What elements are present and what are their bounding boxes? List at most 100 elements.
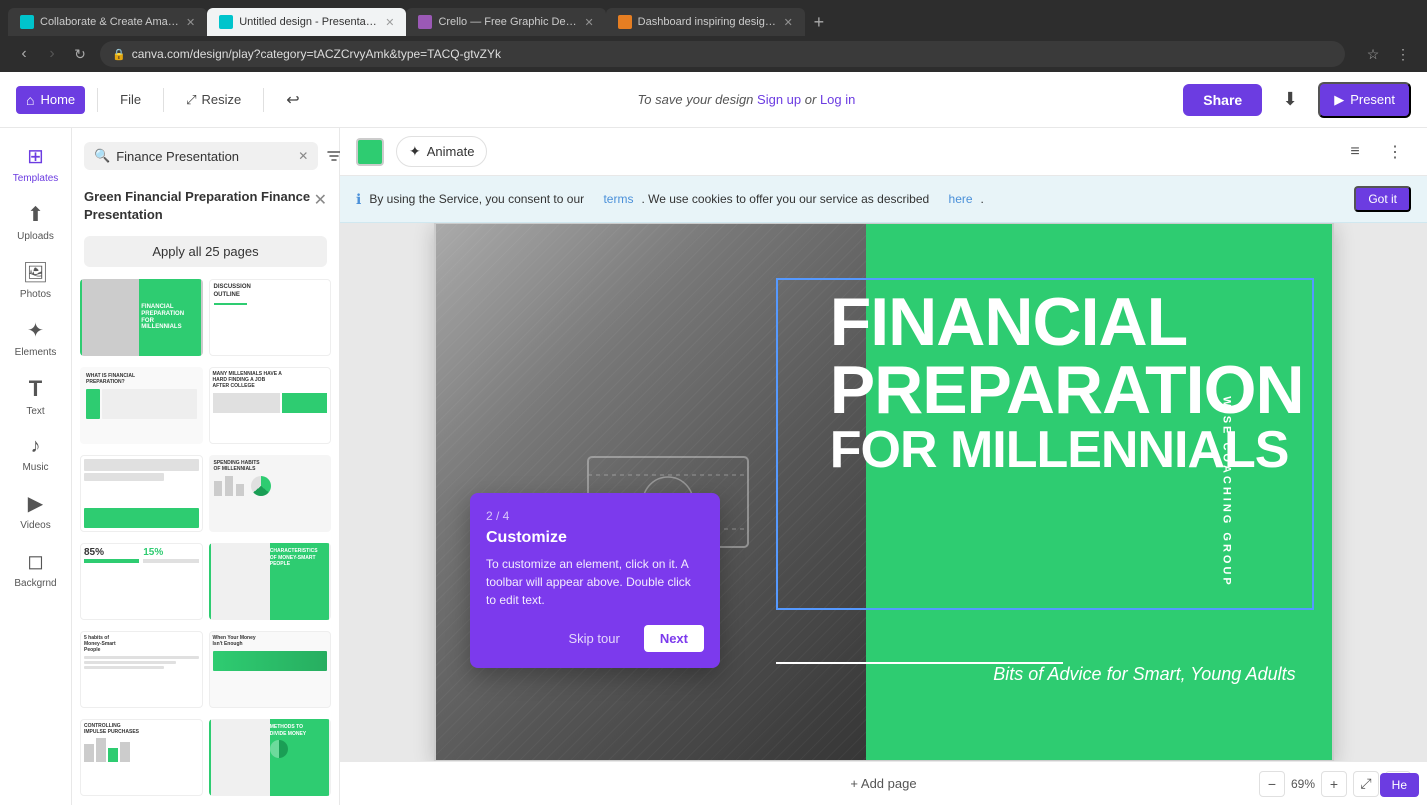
resize-label: Resize	[202, 92, 242, 107]
search-bar[interactable]: 🔍 ✕	[84, 142, 318, 170]
log-in-link[interactable]: Log in	[820, 92, 855, 107]
tab-close-4[interactable]: ✕	[784, 16, 793, 29]
top-toolbar: ⌂ Home File ⤢ Resize ↩ To save your desi…	[0, 72, 1427, 128]
next-button[interactable]: Next	[644, 625, 704, 652]
help-button[interactable]: He	[1380, 773, 1419, 797]
subtitle-text: Bits of Advice for Smart, Young Adults	[993, 664, 1295, 685]
got-it-button[interactable]: Got it	[1354, 186, 1411, 212]
toolbar-center: To save your design Sign up or Log in	[318, 92, 1176, 107]
filter-icon[interactable]: ≡	[1339, 136, 1371, 168]
animate-bar: ✦ Animate ≡ ⋮	[340, 128, 1427, 176]
search-icon: 🔍	[94, 148, 110, 164]
template-thumb-5[interactable]	[80, 455, 203, 532]
toolbar-divider-3	[263, 88, 264, 112]
search-input[interactable]	[116, 149, 292, 164]
elements-icon: ✦	[27, 318, 44, 343]
canvas[interactable]: $ FINANCIAL PREP	[434, 223, 1334, 761]
template-thumb-3[interactable]: WHAT IS FINANCIALPREPARATION?	[80, 367, 203, 444]
template-thumb-8[interactable]: CHARACTERISTICSOF MONEY-SMARTPEOPLE	[209, 543, 332, 620]
tab-icon-canva-2	[219, 15, 233, 29]
skip-tour-button[interactable]: Skip tour	[555, 625, 634, 652]
forward-button[interactable]: ›	[40, 42, 64, 66]
template-panel: 🔍 ✕ Green Financial Preparation Finance …	[72, 128, 340, 805]
template-thumb-9[interactable]: 5 habits ofMoney-SmartPeople	[80, 631, 203, 708]
tab-title-2: Untitled design - Presentation (1...	[239, 16, 379, 28]
sidebar-item-templates[interactable]: ⊞ Templates	[5, 136, 67, 192]
close-panel-button[interactable]: ✕	[314, 190, 327, 210]
template-thumb-12[interactable]: METHODS TODIVIDE MONEY	[209, 719, 332, 796]
present-button[interactable]: ▶ Present	[1318, 82, 1411, 118]
main-heading: FINANCIAL PREPARATION FOR MILLENNIALS	[830, 288, 1314, 476]
template-thumb-6[interactable]: SPENDING HABITSOF MILLENNIALS	[209, 455, 332, 532]
tab-icon-dashboard	[618, 15, 632, 29]
template-thumb-4[interactable]: MANY MILLENNIALS HAVE AHARD FINDING A JO…	[209, 367, 332, 444]
template-thumb-10[interactable]: When Your MoneyIsn't Enough	[209, 631, 332, 708]
photos-label: Photos	[20, 289, 51, 300]
here-link[interactable]: here	[949, 192, 973, 206]
background-icon: ◻	[27, 549, 44, 574]
tab-crello[interactable]: Crello — Free Graphic Design So... ✕	[406, 8, 605, 36]
undo-button[interactable]: ↩	[276, 84, 309, 116]
tab-dashboard[interactable]: Dashboard inspiring designs - G... ✕	[606, 8, 805, 36]
resize-button[interactable]: ⤢ Resize	[176, 86, 251, 114]
sidebar-item-background[interactable]: ◻ Backgrnd	[5, 541, 67, 597]
color-swatch[interactable]	[356, 138, 384, 166]
star-icon[interactable]: ☆	[1361, 42, 1385, 66]
zoom-in-button[interactable]: +	[1321, 771, 1347, 797]
template-thumb-7[interactable]: 85% 15%	[80, 543, 203, 620]
music-label: Music	[22, 462, 48, 473]
template-thumb-2[interactable]: DISCUSSIONOUTLINE	[209, 279, 332, 356]
sidebar-item-music[interactable]: ♪ Music	[5, 427, 67, 481]
left-sidebar: ⊞ Templates ⬆ Uploads 🖼 Photos ✦ Element…	[0, 128, 72, 805]
save-prompt-text: To save your design Sign up or Log in	[638, 92, 856, 107]
music-icon: ♪	[31, 435, 41, 458]
tab-title-4: Dashboard inspiring designs - G...	[638, 16, 778, 28]
apply-all-button[interactable]: Apply all 25 pages	[84, 236, 327, 267]
template-title: Green Financial Preparation Finance Pres…	[84, 188, 314, 224]
tab-close-3[interactable]: ✕	[584, 16, 593, 29]
url-bar[interactable]: 🔒 canva.com/design/play?category=tACZCrv…	[100, 41, 1345, 67]
download-button[interactable]: ⬇	[1272, 82, 1308, 118]
back-button[interactable]: ‹	[12, 42, 36, 66]
templates-icon: ⊞	[27, 144, 44, 169]
add-page-button[interactable]: + Add page	[838, 770, 928, 797]
canvas-area: ✦ Animate ≡ ⋮ ℹ By using the Service, yo…	[340, 128, 1427, 805]
clear-search-icon[interactable]: ✕	[298, 149, 308, 163]
fit-screen-button[interactable]: ⤢	[1353, 771, 1379, 797]
browser-nav-buttons: ‹ › ↻	[12, 42, 92, 66]
template-grid: FINANCIALPREPARATIONFOR MILLENNIALS DISC…	[72, 275, 339, 805]
home-button[interactable]: ⌂ Home	[16, 86, 85, 114]
divider-line	[776, 662, 1063, 664]
new-tab-button[interactable]: +	[805, 8, 833, 36]
template-thumb-1[interactable]: FINANCIALPREPARATIONFOR MILLENNIALS	[80, 279, 203, 356]
animate-button[interactable]: ✦ Animate	[396, 136, 487, 167]
tab-close-1[interactable]: ✕	[186, 16, 195, 29]
sidebar-item-photos[interactable]: 🖼 Photos	[5, 252, 67, 308]
sidebar-item-uploads[interactable]: ⬆ Uploads	[5, 194, 67, 250]
background-label: Backgrnd	[14, 578, 56, 589]
terms-link[interactable]: terms	[603, 192, 633, 206]
canvas-wrapper: $ FINANCIAL PREP	[340, 223, 1427, 761]
animate-label: Animate	[427, 144, 475, 159]
file-button[interactable]: File	[110, 86, 151, 113]
tab-close-2[interactable]: ✕	[385, 16, 394, 29]
browser-tabs: Collaborate & Create Amazing C... ✕ Unti…	[0, 0, 1427, 36]
tooltip-actions: Skip tour Next	[486, 625, 704, 652]
template-thumb-11[interactable]: CONTROLLINGIMPULSE PURCHASES	[80, 719, 203, 796]
menu-icon[interactable]: ⋮	[1391, 42, 1415, 66]
sign-up-link[interactable]: Sign up	[757, 92, 801, 107]
more-options-icon[interactable]: ⋮	[1379, 136, 1411, 168]
sidebar-item-text[interactable]: T Text	[5, 368, 67, 425]
reload-button[interactable]: ↻	[68, 42, 92, 66]
sidebar-item-videos[interactable]: ▶ Videos	[5, 483, 67, 539]
tab-canva-1[interactable]: Collaborate & Create Amazing C... ✕	[8, 8, 207, 36]
tab-icon-crello	[418, 15, 432, 29]
zoom-out-button[interactable]: −	[1259, 771, 1285, 797]
share-button[interactable]: Share	[1183, 84, 1262, 116]
sidebar-item-elements[interactable]: ✦ Elements	[5, 310, 67, 366]
tab-canva-2[interactable]: Untitled design - Presentation (1... ✕	[207, 8, 406, 36]
tab-title-3: Crello — Free Graphic Design So...	[438, 16, 578, 28]
filter-right: ≡ ⋮	[1339, 136, 1411, 168]
uploads-icon: ⬆	[27, 202, 44, 227]
heading-line1: FINANCIAL	[830, 288, 1314, 356]
